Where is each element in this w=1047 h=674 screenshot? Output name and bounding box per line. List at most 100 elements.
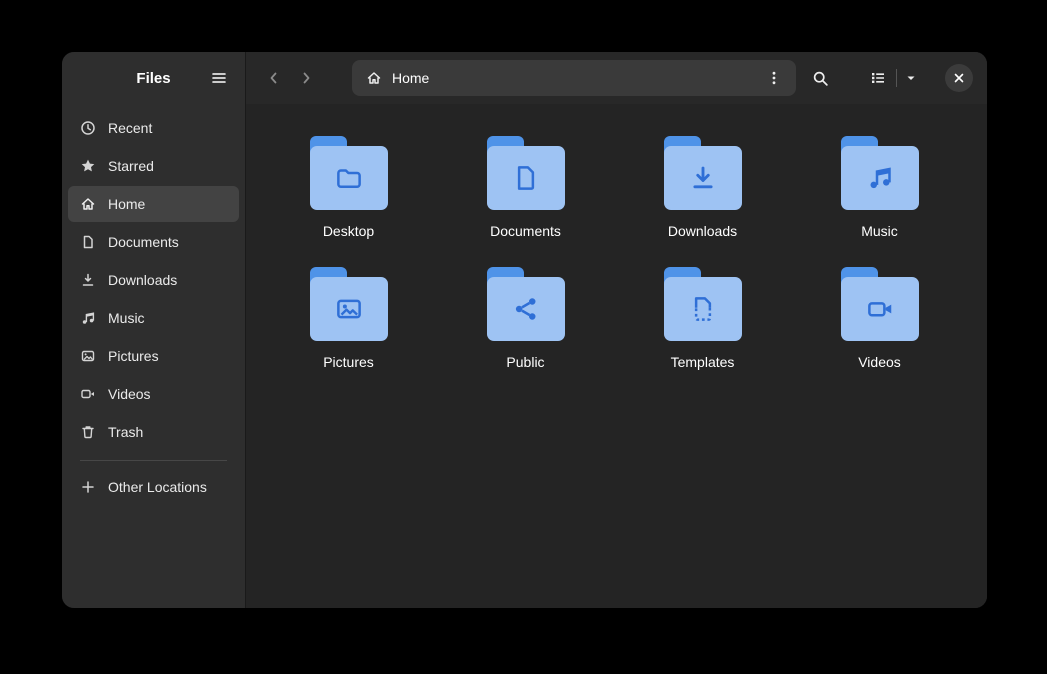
sidebar-item-downloads[interactable]: Downloads [68,262,239,298]
app-title: Files [136,70,170,87]
view-toggle-group [862,62,923,94]
folder-item-videos[interactable]: Videos [791,265,968,370]
back-button[interactable] [258,62,290,94]
folder-body [664,277,742,341]
sidebar-item-label: Videos [108,386,151,402]
search-icon [812,70,829,87]
sidebar-item-documents[interactable]: Documents [68,224,239,260]
sidebar-list: Recent Starred Home Documents [62,104,245,507]
window-close-button[interactable] [945,64,973,92]
folder-label: Documents [490,223,561,239]
list-view-button[interactable] [862,62,894,94]
list-view-icon [870,70,886,86]
folder-icon [487,265,565,341]
sidebar-item-label: Starred [108,158,154,174]
folder-icon [664,134,742,210]
home-icon [366,70,382,86]
folder-item-documents[interactable]: Documents [437,134,614,239]
folder-item-music[interactable]: Music [791,134,968,239]
folder-icon [841,134,919,210]
forward-button[interactable] [290,62,322,94]
trash-icon [80,424,96,440]
sidebar-item-home[interactable]: Home [68,186,239,222]
sidebar-item-music[interactable]: Music [68,300,239,336]
sidebar-item-label: Recent [108,120,152,136]
folder-label: Desktop [323,223,374,239]
folder-body [487,277,565,341]
sidebar-item-starred[interactable]: Starred [68,148,239,184]
close-icon [953,72,965,84]
templates-folder-icon [688,294,718,324]
pictures-folder-icon [334,294,364,324]
document-icon [80,234,96,250]
sidebar-item-label: Downloads [108,272,177,288]
documents-folder-icon [511,163,541,193]
folder-body [310,146,388,210]
kebab-menu-icon [766,70,782,86]
folder-body [664,146,742,210]
folder-grid: Desktop Documents [260,134,987,396]
folder-label: Templates [671,354,735,370]
sidebar-item-trash[interactable]: Trash [68,414,239,450]
folder-body [487,146,565,210]
search-button[interactable] [804,62,836,94]
chevron-left-icon [266,70,282,86]
folder-label: Downloads [668,223,737,239]
sidebar-item-recent[interactable]: Recent [68,110,239,146]
sidebar: Files Recent Starred [62,52,246,608]
sidebar-item-label: Documents [108,234,179,250]
share-folder-icon [511,294,541,324]
sidebar-item-label: Other Locations [108,479,207,495]
folder-label: Videos [858,354,901,370]
folder-body [310,277,388,341]
folder-body [841,146,919,210]
folder-icon [841,265,919,341]
folder-icon [487,134,565,210]
view-options-dropdown-button[interactable] [899,62,923,94]
music-folder-icon [865,163,895,193]
download-icon [80,272,96,288]
sidebar-item-label: Music [108,310,145,326]
sidebar-item-videos[interactable]: Videos [68,376,239,412]
files-window: Files Recent Starred [62,52,987,608]
main-area: Home [246,52,987,608]
folder-item-downloads[interactable]: Downloads [614,134,791,239]
home-icon [80,196,96,212]
folder-item-templates[interactable]: Templates [614,265,791,370]
chevron-down-icon [905,72,917,84]
main-menu-button[interactable] [203,62,235,94]
folder-label: Music [861,223,898,239]
sidebar-header: Files [62,52,245,104]
sidebar-item-pictures[interactable]: Pictures [68,338,239,374]
headerbar: Home [246,52,987,104]
videos-folder-icon [865,294,895,324]
sidebar-item-label: Home [108,196,145,212]
sidebar-item-other-locations[interactable]: Other Locations [68,469,239,505]
folder-icon [664,265,742,341]
folder-item-pictures[interactable]: Pictures [260,265,437,370]
view-group-divider [896,69,897,87]
sidebar-item-label: Pictures [108,348,159,364]
folder-body [841,277,919,341]
pictures-icon [80,348,96,364]
folder-item-desktop[interactable]: Desktop [260,134,437,239]
videos-icon [80,386,96,402]
hamburger-icon [211,70,227,86]
downloads-folder-icon [688,163,718,193]
file-view: Desktop Documents [246,104,987,608]
folder-label: Public [506,354,544,370]
star-icon [80,158,96,174]
recent-icon [80,120,96,136]
plus-icon [80,479,96,495]
music-icon [80,310,96,326]
current-location-label: Home [392,70,760,86]
folder-icon [310,265,388,341]
folder-label: Pictures [323,354,374,370]
chevron-right-icon [298,70,314,86]
folder-icon [310,134,388,210]
sidebar-separator [80,460,227,461]
folder-item-public[interactable]: Public [437,265,614,370]
location-menu-button[interactable] [760,64,788,92]
path-bar[interactable]: Home [352,60,796,96]
desktop-folder-icon [334,163,364,193]
